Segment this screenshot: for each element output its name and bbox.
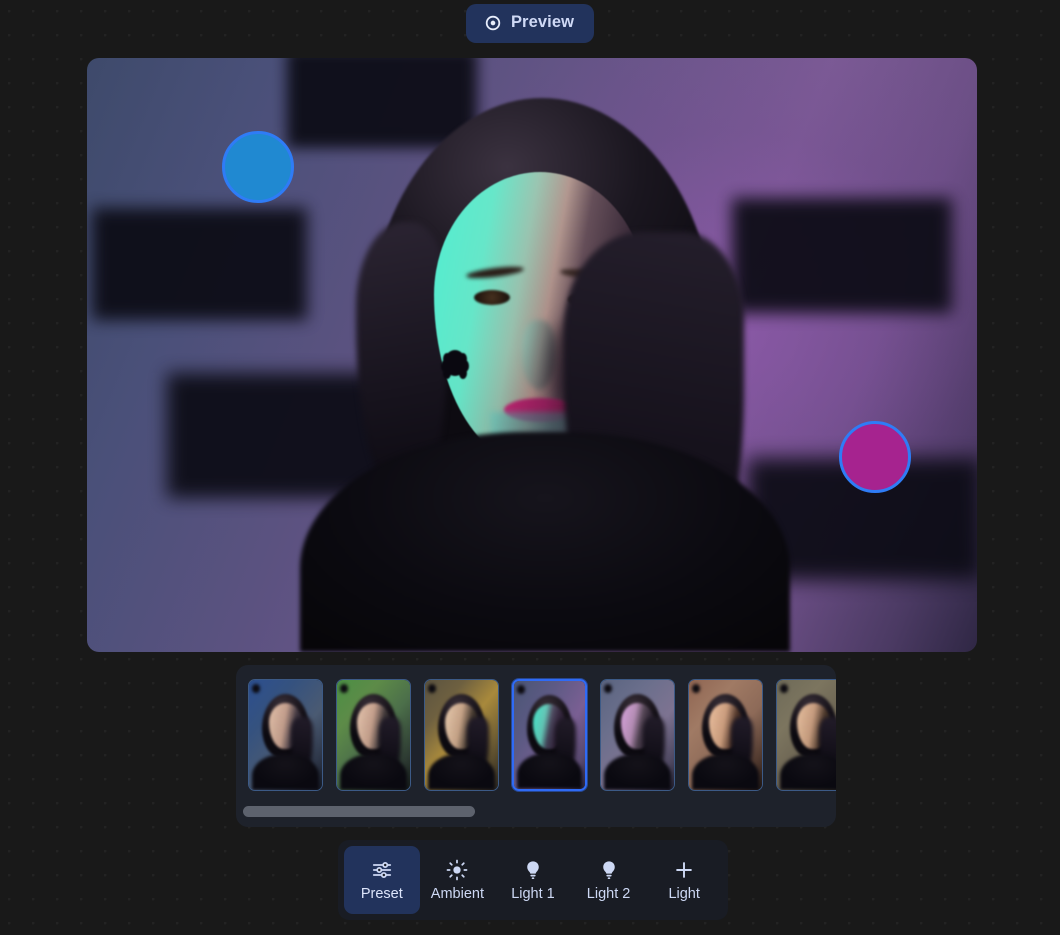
preset-thumbnail-torso	[516, 753, 583, 789]
tool-light-2[interactable]: Light 2	[571, 846, 647, 914]
preset-thumbnail-torso	[251, 753, 320, 790]
preset-thumbnail-row	[248, 679, 836, 791]
eye-left	[474, 290, 510, 305]
preset-strip-scrollbar[interactable]	[243, 806, 829, 817]
preset-thumbnail-torso	[691, 753, 760, 790]
preset-thumbnail[interactable]	[688, 679, 763, 791]
preset-thumbnail[interactable]	[336, 679, 411, 791]
preview-button-label: Preview	[510, 13, 575, 32]
sun-icon	[446, 859, 468, 881]
preset-strip-scrollbar-thumb[interactable]	[243, 806, 475, 817]
preset-thumbnail-torso	[427, 753, 496, 790]
sliders-icon	[371, 859, 393, 881]
lightbulb-icon	[598, 859, 620, 881]
tool-preset[interactable]: Preset	[344, 846, 420, 914]
tool-light[interactable]: Light	[646, 846, 722, 914]
light-2-handle[interactable]	[839, 421, 911, 493]
tool-light-1[interactable]: Light 1	[495, 846, 571, 914]
preset-strip	[236, 665, 836, 827]
light-toolbar: Preset Ambient Light 1 Light 2 Light	[338, 840, 728, 920]
preset-thumbnail[interactable]	[424, 679, 499, 791]
preview-bar: Preview	[0, 0, 1060, 46]
light-1-handle[interactable]	[222, 131, 294, 203]
eye-icon	[484, 14, 502, 32]
preset-thumbnail-torso	[339, 753, 408, 790]
preset-thumbnail[interactable]	[600, 679, 675, 791]
portrait-subject	[264, 82, 824, 652]
tool-label: Light	[668, 885, 700, 902]
preset-thumbnail[interactable]	[248, 679, 323, 791]
tool-label: Light 1	[511, 885, 555, 902]
tool-label: Light 2	[586, 885, 631, 902]
tool-label: Preset	[360, 885, 403, 902]
preview-button[interactable]: Preview	[465, 3, 595, 43]
nose	[522, 320, 556, 390]
tool-label: Ambient	[430, 885, 484, 902]
plus-icon	[673, 859, 695, 881]
preset-thumbnail-bat	[516, 685, 525, 694]
tool-ambient[interactable]: Ambient	[420, 846, 496, 914]
preset-thumbnail-torso	[603, 753, 672, 790]
spider-earring	[444, 350, 466, 376]
preset-thumbnail[interactable]	[776, 679, 836, 791]
lightbulb-icon	[522, 859, 544, 881]
preset-thumbnail[interactable]	[512, 679, 587, 791]
portrait-preview-stage[interactable]	[87, 58, 977, 652]
